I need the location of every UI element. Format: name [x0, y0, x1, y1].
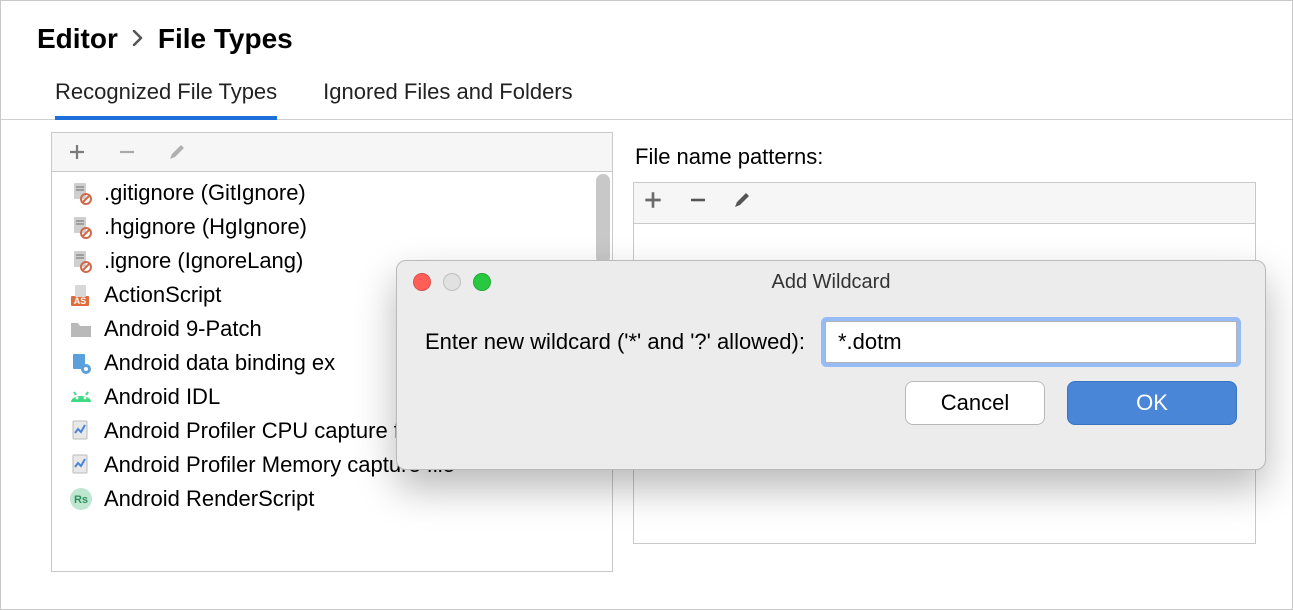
list-item[interactable]: Rs Android RenderScript [52, 482, 612, 516]
maximize-icon[interactable] [473, 273, 491, 291]
wildcard-input-wrapper[interactable] [825, 321, 1237, 363]
close-icon[interactable] [413, 273, 431, 291]
list-item-label: .hgignore (HgIgnore) [104, 214, 307, 240]
list-item-label: Android 9-Patch [104, 316, 262, 342]
edit-pattern-button[interactable] [732, 190, 752, 216]
dialog-title: Add Wildcard [397, 271, 1265, 294]
list-item[interactable]: .gitignore (GitIgnore) [52, 176, 612, 210]
tab-ignored-files-folders[interactable]: Ignored Files and Folders [323, 79, 572, 119]
profiler-icon [68, 418, 94, 444]
list-item-label: ActionScript [104, 282, 221, 308]
android-idl-icon [68, 384, 94, 410]
cancel-button[interactable]: Cancel [905, 381, 1045, 425]
renderscript-icon: Rs [68, 486, 94, 512]
list-item-label: Android Profiler CPU capture file [104, 418, 422, 444]
folder-icon [68, 316, 94, 342]
list-item-label: .ignore (IgnoreLang) [104, 248, 303, 274]
actionscript-icon: AS [68, 282, 94, 308]
svg-text:AS: AS [74, 296, 87, 306]
remove-pattern-button[interactable] [688, 190, 708, 216]
file-ignore-icon [68, 180, 94, 206]
chevron-right-icon [132, 26, 144, 52]
remove-button[interactable] [114, 139, 140, 165]
list-item-label: Android data binding ex [104, 350, 335, 376]
wildcard-input[interactable] [836, 328, 1226, 356]
dialog-titlebar[interactable]: Add Wildcard [397, 261, 1265, 303]
file-types-toolbar [51, 132, 613, 172]
scrollbar[interactable] [596, 174, 610, 264]
add-wildcard-dialog: Add Wildcard Enter new wildcard ('*' and… [396, 260, 1266, 470]
file-ignore-icon [68, 248, 94, 274]
ok-button[interactable]: OK [1067, 381, 1237, 425]
tabs: Recognized File Types Ignored Files and … [1, 65, 1292, 120]
profiler-icon [68, 452, 94, 478]
patterns-label: File name patterns: [633, 140, 1256, 182]
breadcrumb-current: File Types [158, 23, 293, 55]
list-item-label: Android RenderScript [104, 486, 314, 512]
minimize-icon [443, 273, 461, 291]
breadcrumb-parent[interactable]: Editor [37, 23, 118, 55]
tab-recognized-file-types[interactable]: Recognized File Types [55, 79, 277, 119]
dialog-prompt: Enter new wildcard ('*' and '?' allowed)… [425, 329, 805, 355]
add-pattern-button[interactable] [642, 189, 664, 217]
list-item-label: .gitignore (GitIgnore) [104, 180, 306, 206]
patterns-toolbar [633, 182, 1256, 224]
file-ignore-icon [68, 214, 94, 240]
breadcrumb: Editor File Types [1, 1, 1292, 65]
edit-button[interactable] [164, 139, 190, 165]
android-data-icon [68, 350, 94, 376]
svg-text:Rs: Rs [74, 494, 88, 506]
add-button[interactable] [64, 139, 90, 165]
list-item[interactable]: .hgignore (HgIgnore) [52, 210, 612, 244]
list-item-label: Android IDL [104, 384, 220, 410]
